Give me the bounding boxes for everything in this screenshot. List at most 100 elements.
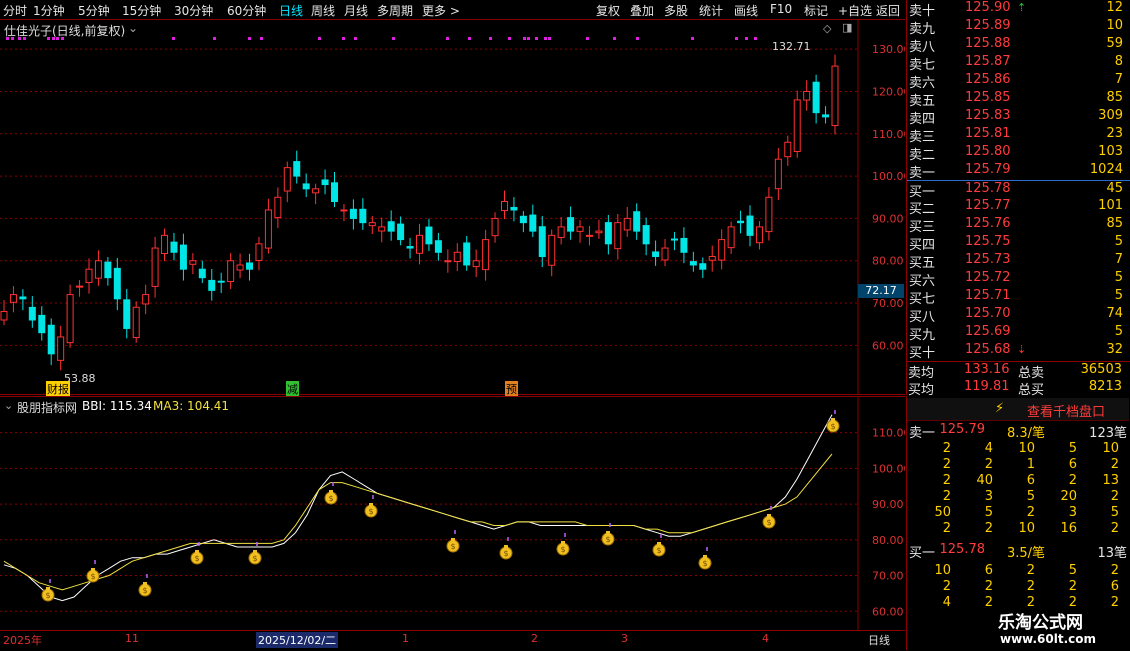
order-book: 卖十 125.90 12 卖九 125.89 10 卖八 125.88 59 卖七 125.87 8 卖… [906,0,1130,395]
event-earnings-badge[interactable]: 财报 [46,381,70,397]
deal-volume-cell: 1 [1026,457,1035,472]
bid-level-row[interactable]: 买四 125.75 5 [907,234,1130,253]
draw-line-button[interactable]: 画线 [734,2,758,19]
candle-body [680,237,688,253]
ask-level-row[interactable]: 卖一 125.79 1024 [907,162,1130,181]
bid-level-row[interactable]: 买九 125.69 5 [907,324,1130,343]
thousand-level-button[interactable]: ⚡ 查看千档盘口 [907,398,1129,421]
ask-level-row[interactable]: 卖五 125.85 85 [907,90,1130,109]
level-price: 125.80 [965,144,1011,159]
bid-level-row[interactable]: 买六 125.72 5 [907,270,1130,289]
signal-dot [636,37,639,40]
level-price: 125.81 [965,126,1011,141]
kline-chart[interactable]: 60.00 70.00 80.00 90.00 100.00 110.00 120.00 13… [0,20,905,395]
signal-dot [548,37,551,40]
ask-level-row[interactable]: 卖六 125.86 7 [907,72,1130,91]
y-tick-label: 70.00 [872,297,904,310]
period-label[interactable]: 日线 [868,632,890,648]
ask-level-row[interactable]: 卖八 125.88 59 [907,36,1130,55]
candle-body [387,221,395,232]
deal-volume-cell: 2 [984,595,993,610]
tab-60min[interactable]: 60分钟 [227,2,266,19]
bid-level-row[interactable]: 买七 125.71 5 [907,288,1130,307]
level-label: 卖七 [909,58,936,73]
mark-button[interactable]: 标记 [804,2,828,19]
candle-body [746,215,754,236]
f10-button[interactable]: F10 [770,2,792,16]
deal-volume-cell: 2 [1110,489,1119,504]
deal-volume-cell: 10 [1102,441,1119,456]
level-volume: 5 [1114,270,1123,285]
deal-volume-cell: 2 [942,473,951,488]
back-button[interactable]: 返回 [876,2,900,19]
tab-weekly[interactable]: 周线 [311,2,335,19]
overlay-button[interactable]: 叠加 [630,2,654,19]
diamond-icon[interactable]: ◇ [823,22,831,35]
tab-monthly[interactable]: 月线 [344,2,368,19]
deal-volume-cell: 2 [1110,457,1119,472]
bid-level-row[interactable]: 买八 125.70 74 [907,306,1130,325]
thousand-level-label: 查看千档盘口 [1027,405,1106,420]
level-volume: 85 [1106,216,1123,231]
signal-dot [586,37,589,40]
signal-dot [354,37,357,40]
arrow-up-icon: ⇡ [1017,1,1027,14]
candle-body [236,264,244,271]
tab-1min[interactable]: 1分钟 [33,2,65,19]
signal-dot [535,37,538,40]
chevron-down-icon[interactable]: ⌄ [128,21,138,35]
bid-level-row[interactable]: 买二 125.77 101 [907,198,1130,217]
bid-level-row[interactable]: 买一 125.78 45 [907,180,1130,200]
adjust-button[interactable]: 复权 [596,2,620,19]
level-volume: 23 [1106,126,1123,141]
bid1-summary-count: 13笔 [1097,546,1127,561]
deal-volume-cell: 2 [942,521,951,536]
event-reduce-badge[interactable]: 减 [286,381,299,397]
deal-volume-cell: 5 [1026,489,1035,504]
stats-button[interactable]: 统计 [699,2,723,19]
ask-level-row[interactable]: 卖三 125.81 23 [907,126,1130,145]
level-volume: 10 [1106,18,1123,33]
candle-body [491,217,499,237]
y-tick-label: 110.00 [872,427,905,440]
bid-level-row[interactable]: 买三 125.76 85 [907,216,1130,235]
candle-body [283,167,291,192]
level-price: 125.77 [965,198,1011,213]
y-tick-label: 90.00 [872,212,904,225]
add-favorite-button[interactable]: +自选 [838,2,872,19]
ask-level-row[interactable]: 卖四 125.83 309 [907,108,1130,127]
svg-text:$: $ [194,554,199,563]
ask-level-row[interactable]: 卖七 125.87 8 [907,54,1130,73]
tab-15min[interactable]: 15分钟 [122,2,161,19]
indicator-menu-icon[interactable]: ⌄ [4,399,13,412]
deal-volume-cell: 2 [1110,563,1119,578]
ask-level-row[interactable]: 卖二 125.80 103 [907,144,1130,163]
tab-5min[interactable]: 5分钟 [78,2,110,19]
candle-body [444,260,452,263]
bid-level-row[interactable]: 买五 125.73 7 [907,252,1130,271]
tab-multi-period[interactable]: 多周期 [377,2,413,19]
deal-volume-row: 2 4 10 5 10 [907,441,1130,457]
deal-volume-cell: 6 [984,563,993,578]
deal-volume-cell: 5 [984,505,993,520]
candle-body [38,314,46,334]
candle-body [642,225,650,245]
candle-body [708,256,716,261]
indicator-chart[interactable]: $ $ $ $ $ $ $ $ $ $ $ $ $ $ $ 60.00 70.00 80.00 90.00 100.… [0,396,905,630]
candle-body [718,239,726,261]
multi-stock-button[interactable]: 多股 [664,2,688,19]
level-label: 买五 [909,256,936,271]
level-label: 卖一 [909,166,936,181]
order-summary: 卖均 133.16 总卖 36503 买均 119.81 总买 8213 [906,361,1130,398]
tab-more[interactable]: 更多 > [422,2,460,19]
tab-daily[interactable]: 日线 [279,2,303,19]
candle-body [57,336,65,361]
tab-30min[interactable]: 30分钟 [174,2,213,19]
level-label: 买四 [909,238,936,253]
ask-level-row[interactable]: 卖九 125.89 10 [907,18,1130,37]
tab-fenshi[interactable]: 分时 [3,2,27,19]
event-forecast-badge[interactable]: 预 [505,381,518,397]
panel-toggle-icon[interactable]: ◨ [842,21,852,34]
svg-text:$: $ [45,591,50,600]
ask-avg-value: 133.16 [964,362,1010,377]
